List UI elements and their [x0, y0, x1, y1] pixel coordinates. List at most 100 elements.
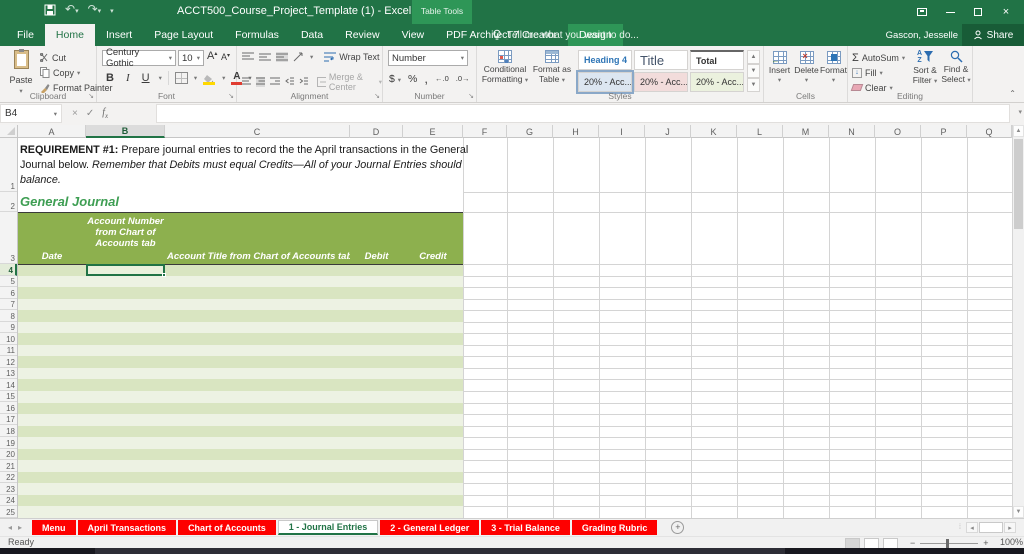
- align-middle-icon[interactable]: [259, 52, 271, 62]
- zoom-in-icon[interactable]: +: [983, 538, 988, 548]
- decrease-font-icon[interactable]: A▾: [221, 52, 230, 62]
- normal-view-icon[interactable]: [845, 537, 860, 549]
- fill-button[interactable]: ↓ Fill ▾: [852, 66, 905, 79]
- prev-sheet-icon[interactable]: ◂: [8, 523, 12, 532]
- merge-center-button[interactable]: Merge & Center ▾: [317, 72, 382, 92]
- column-header-B[interactable]: B: [86, 125, 165, 138]
- align-left-icon[interactable]: [242, 77, 252, 87]
- cell-style-accent-red[interactable]: 20% - Acc...: [634, 72, 688, 92]
- minimize-icon[interactable]: [936, 0, 964, 24]
- column-header-F[interactable]: F: [463, 125, 507, 138]
- scroll-left-icon[interactable]: ◂: [966, 522, 978, 533]
- font-dialog-launcher-icon[interactable]: ↘: [228, 92, 234, 100]
- row-header-8[interactable]: 8: [0, 310, 17, 322]
- cell-style-accent-green[interactable]: 20% - Acc...: [690, 72, 744, 92]
- sort-filter-button[interactable]: AZ Sort & Filter ▾: [910, 50, 940, 86]
- new-sheet-icon[interactable]: +: [671, 521, 685, 534]
- sheet-tab-april-transactions[interactable]: April Transactions: [77, 520, 177, 535]
- paste-button[interactable]: Paste ▾: [6, 49, 36, 95]
- row-header-10[interactable]: 10: [0, 333, 17, 345]
- zoom-slider[interactable]: [920, 538, 979, 548]
- sheet-tab-2-general-ledger[interactable]: 2 - General Ledger: [380, 520, 480, 535]
- cancel-icon[interactable]: ×: [72, 108, 78, 119]
- row-header-2[interactable]: 2: [0, 192, 17, 212]
- number-format-select[interactable]: Number ▾: [388, 50, 468, 66]
- restore-icon[interactable]: [964, 0, 992, 24]
- column-header-P[interactable]: P: [921, 125, 967, 138]
- row-header-3[interactable]: 3: [0, 212, 17, 264]
- row-header-13[interactable]: 13: [0, 368, 17, 380]
- orientation-icon[interactable]: [293, 51, 305, 62]
- accounting-format-icon[interactable]: $ ▾: [389, 73, 401, 85]
- cell-style-title[interactable]: Title: [634, 50, 688, 70]
- format-as-table-button[interactable]: Format as Table ▾: [529, 50, 575, 85]
- scroll-right-icon[interactable]: ▸: [1004, 522, 1016, 533]
- row-header-21[interactable]: 21: [0, 460, 17, 472]
- table-row[interactable]: [18, 506, 463, 518]
- percent-style-icon[interactable]: %: [408, 73, 417, 85]
- customize-qat-icon[interactable]: ▾: [110, 7, 114, 15]
- row-header-18[interactable]: 18: [0, 425, 17, 437]
- table-row[interactable]: [18, 367, 463, 380]
- conditional-formatting-button[interactable]: Conditional Formatting ▾: [481, 50, 529, 85]
- font-name-select[interactable]: Century Gothic ▾: [102, 47, 176, 69]
- decrease-decimal-icon[interactable]: .0→: [456, 74, 470, 83]
- row-header-17[interactable]: 17: [0, 414, 17, 426]
- comma-style-icon[interactable]: ,: [424, 71, 428, 86]
- row-header-7[interactable]: 7: [0, 299, 17, 311]
- column-header-N[interactable]: N: [829, 125, 875, 138]
- row-header-25[interactable]: 25: [0, 506, 17, 518]
- scroll-up-icon[interactable]: ▲: [1013, 125, 1024, 137]
- table-row[interactable]: [18, 414, 463, 426]
- delete-cells-button[interactable]: × Delete ▾: [793, 51, 820, 85]
- formula-input[interactable]: [156, 104, 1010, 123]
- selected-cell[interactable]: [86, 264, 166, 277]
- fill-handle[interactable]: [162, 272, 166, 277]
- menu-tab-home[interactable]: Home: [44, 24, 95, 46]
- row-header-15[interactable]: 15: [0, 391, 17, 403]
- sheet-tab-3-trial-balance[interactable]: 3 - Trial Balance: [481, 520, 570, 535]
- expand-formula-bar-icon[interactable]: ▾: [1018, 108, 1022, 116]
- bold-button[interactable]: B: [103, 72, 117, 84]
- alignment-dialog-launcher-icon[interactable]: ↘: [374, 92, 380, 100]
- table-row[interactable]: [18, 333, 463, 345]
- insert-cells-button[interactable]: ← Insert ▾: [766, 51, 793, 85]
- page-break-view-icon[interactable]: [883, 537, 898, 549]
- find-select-button[interactable]: Find & Select ▾: [941, 50, 971, 85]
- column-header-C[interactable]: C: [165, 125, 350, 138]
- user-name[interactable]: Gascon, Jesselle: [886, 24, 958, 46]
- align-bottom-icon[interactable]: [276, 51, 288, 62]
- zoom-out-icon[interactable]: −: [910, 538, 915, 548]
- decrease-indent-icon[interactable]: [284, 77, 294, 87]
- tell-me-box[interactable]: Tell me what you want to do...: [492, 24, 639, 46]
- vertical-scroll-thumb[interactable]: [1014, 139, 1023, 229]
- align-center-icon[interactable]: [256, 77, 266, 87]
- scroll-down-icon[interactable]: ▼: [1013, 506, 1024, 518]
- row-header-20[interactable]: 20: [0, 449, 17, 461]
- row-header-6[interactable]: 6: [0, 287, 17, 299]
- increase-indent-icon[interactable]: [299, 77, 309, 87]
- row-header-14[interactable]: 14: [0, 379, 17, 391]
- horizontal-scroll-thumb[interactable]: [979, 522, 1003, 533]
- cell-style-accent-blue[interactable]: 20% - Acc...: [578, 72, 632, 92]
- column-header-H[interactable]: H: [553, 125, 599, 138]
- row-header-24[interactable]: 24: [0, 495, 17, 507]
- horizontal-scrollbar[interactable]: ⁞ ◂ ▸: [959, 522, 1016, 533]
- table-row[interactable]: [18, 494, 463, 507]
- menu-tab-page-layout[interactable]: Page Layout: [143, 24, 224, 46]
- redo-icon[interactable]: ↷▾: [88, 3, 102, 18]
- vertical-scrollbar[interactable]: ▲ ▼: [1012, 125, 1024, 518]
- borders-icon[interactable]: [174, 72, 188, 84]
- gallery-down-icon[interactable]: ▼: [747, 64, 760, 78]
- font-size-select[interactable]: 10 ▾: [178, 50, 204, 66]
- insert-function-icon[interactable]: fx: [102, 107, 108, 120]
- grid-body[interactable]: REQUIREMENT #1: Prepare journal entries …: [18, 138, 1012, 518]
- menu-tab-formulas[interactable]: Formulas: [224, 24, 290, 46]
- share-button[interactable]: Share: [962, 24, 1024, 46]
- column-header-M[interactable]: M: [783, 125, 829, 138]
- table-row[interactable]: [18, 344, 463, 357]
- row-header-12[interactable]: 12: [0, 356, 17, 368]
- menu-tab-data[interactable]: Data: [290, 24, 334, 46]
- column-header-G[interactable]: G: [507, 125, 553, 138]
- column-header-I[interactable]: I: [599, 125, 645, 138]
